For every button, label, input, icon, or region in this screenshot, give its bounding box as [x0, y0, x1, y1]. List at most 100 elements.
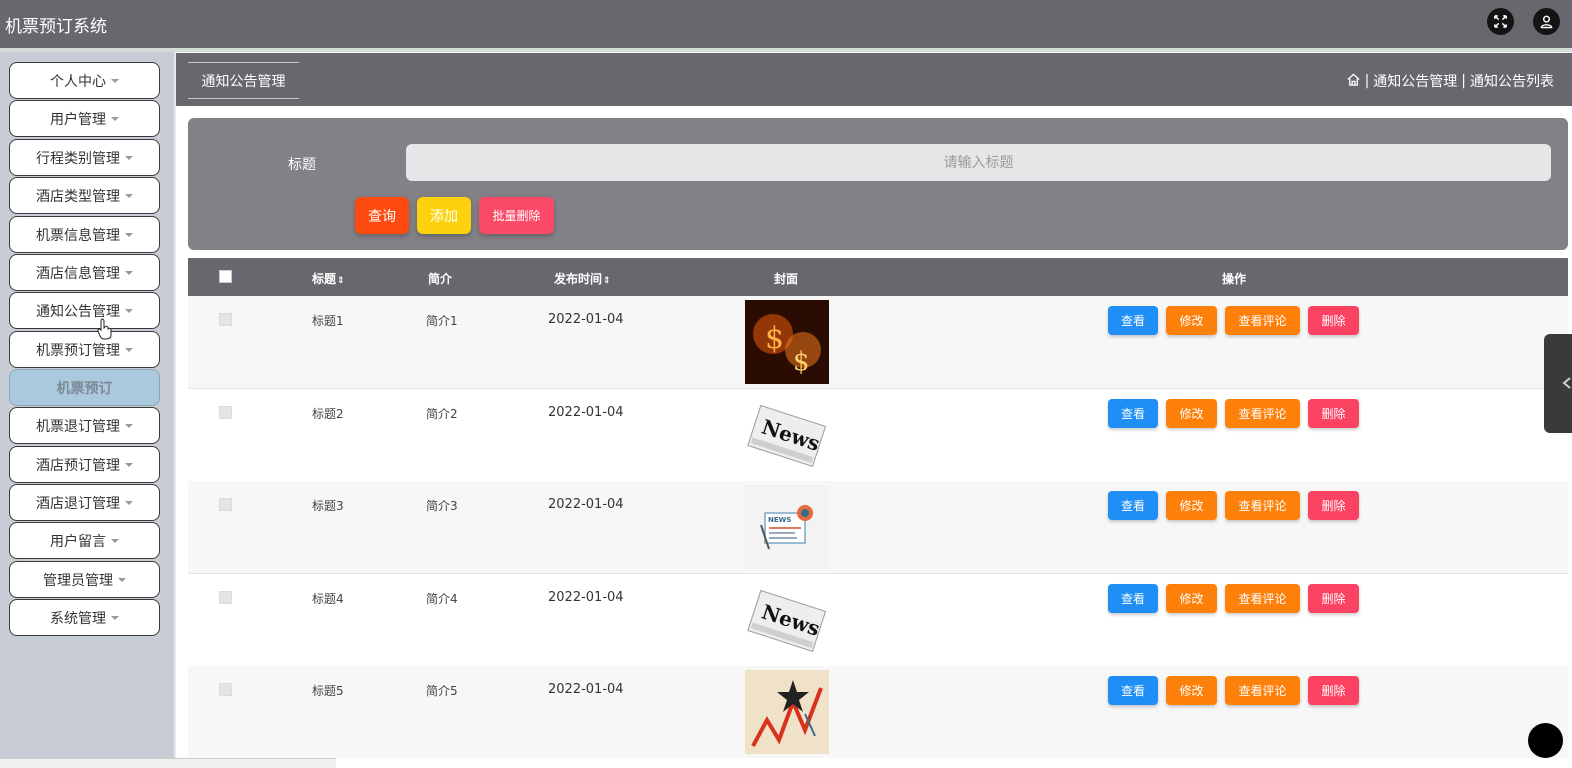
sidebar-item-ticket-booking-mgmt[interactable]: 机票预订管理 — [9, 331, 160, 368]
breadcrumb-section[interactable]: 通知公告管理 — [1373, 71, 1457, 91]
sort-icon: ⇕ — [603, 276, 611, 286]
sidebar-item-label: 系统管理 — [50, 610, 106, 627]
sort-icon: ⇕ — [337, 276, 345, 286]
delete-button[interactable]: 删除 — [1308, 399, 1359, 428]
fullscreen-icon[interactable] — [1487, 8, 1514, 35]
sidebar-item-admins[interactable]: 管理员管理 — [9, 561, 160, 598]
chevron-down-icon — [111, 117, 119, 121]
view-comments-button[interactable]: 查看评论 — [1225, 306, 1300, 335]
delete-button[interactable]: 删除 — [1308, 306, 1359, 335]
table-row: 标题1 简介1 2022-01-04 $ $ 查看 修改 查看评论 删除 — [188, 296, 1568, 389]
search-input[interactable] — [406, 144, 1551, 181]
cell-date: 2022-01-04 — [548, 312, 624, 327]
sidebar-item-hotel-info[interactable]: 酒店信息管理 — [9, 254, 160, 291]
view-comments-button[interactable]: 查看评论 — [1225, 584, 1300, 613]
view-button[interactable]: 查看 — [1108, 399, 1158, 428]
sidebar-item-personal-center[interactable]: 个人中心 — [9, 62, 160, 99]
edit-button[interactable]: 修改 — [1166, 306, 1217, 335]
row-checkbox[interactable] — [219, 591, 232, 604]
column-header-publish-time[interactable]: 发布时间⇕ — [554, 270, 611, 287]
delete-button[interactable]: 删除 — [1308, 676, 1359, 705]
column-header-actions: 操作 — [1222, 272, 1247, 286]
status-bar-url — [0, 758, 336, 768]
sidebar-item-label: 酒店信息管理 — [36, 265, 120, 282]
cell-date: 2022-01-04 — [548, 682, 624, 697]
edit-button[interactable]: 修改 — [1166, 584, 1217, 613]
chevron-down-icon — [125, 501, 133, 505]
cell-summary: 简介1 — [426, 314, 458, 328]
sidebar-item-hotel-type[interactable]: 酒店类型管理 — [9, 177, 160, 214]
chevron-left-icon — [1562, 377, 1571, 389]
search-label: 标题 — [288, 157, 316, 173]
edit-button[interactable]: 修改 — [1166, 491, 1217, 520]
sidebar-item-hotel-booking[interactable]: 酒店预订管理 — [9, 446, 160, 483]
cover-image[interactable]: News — [745, 393, 829, 477]
sidebar-item-ticket-booking[interactable]: 机票预订 — [9, 369, 160, 406]
cover-text: $ — [765, 321, 784, 356]
edit-button[interactable]: 修改 — [1166, 399, 1217, 428]
delete-button[interactable]: 删除 — [1308, 584, 1359, 613]
cell-title: 标题5 — [312, 684, 344, 698]
top-bar: 机票预订系统 — [0, 0, 1572, 48]
user-icon[interactable] — [1533, 8, 1560, 35]
sidebar-item-trip-category[interactable]: 行程类别管理 — [9, 139, 160, 176]
sidebar-item-hotel-refund[interactable]: 酒店退订管理 — [9, 484, 160, 521]
edit-button[interactable]: 修改 — [1166, 676, 1217, 705]
select-all-checkbox[interactable] — [219, 270, 232, 283]
row-checkbox[interactable] — [219, 406, 232, 419]
breadcrumb-current: 通知公告列表 — [1470, 74, 1554, 90]
cover-image[interactable]: NEWS — [745, 485, 829, 569]
home-icon[interactable] — [1346, 72, 1361, 91]
view-button[interactable]: 查看 — [1108, 491, 1158, 520]
view-button[interactable]: 查看 — [1108, 584, 1158, 613]
cell-title: 标题3 — [312, 499, 344, 513]
sidebar-item-label: 用户留言 — [50, 533, 106, 550]
sidebar-item-messages[interactable]: 用户留言 — [9, 522, 160, 559]
column-header-title[interactable]: 标题⇕ — [312, 270, 345, 287]
cell-summary: 简介5 — [426, 684, 458, 698]
row-checkbox[interactable] — [219, 683, 232, 696]
sidebar-item-label: 用户管理 — [50, 111, 106, 128]
view-button[interactable]: 查看 — [1108, 676, 1158, 705]
sidebar-item-label: 机票预订管理 — [36, 342, 120, 359]
row-checkbox[interactable] — [219, 313, 232, 326]
chevron-down-icon — [125, 424, 133, 428]
add-button[interactable]: 添加 — [417, 197, 471, 234]
tab-notices[interactable]: 通知公告管理 — [188, 62, 299, 99]
cell-title: 标题4 — [312, 592, 344, 606]
sidebar-item-ticket-refund[interactable]: 机票退订管理 — [9, 407, 160, 444]
cell-date: 2022-01-04 — [548, 590, 624, 605]
table-row: 标题5 简介5 2022-01-04 查看 修改 查看评论 删除 — [188, 666, 1568, 758]
query-button[interactable]: 查询 — [355, 197, 409, 234]
column-header-summary: 简介 — [428, 272, 453, 286]
delete-button[interactable]: 删除 — [1308, 491, 1359, 520]
sidebar-item-label: 管理员管理 — [43, 572, 113, 589]
sidebar-item-ticket-info[interactable]: 机票信息管理 — [9, 216, 160, 253]
chevron-down-icon — [125, 309, 133, 313]
chevron-down-icon — [125, 156, 133, 160]
row-checkbox[interactable] — [219, 498, 232, 511]
batch-delete-button[interactable]: 批量删除 — [479, 197, 554, 234]
view-comments-button[interactable]: 查看评论 — [1225, 399, 1300, 428]
sidebar-item-label: 机票信息管理 — [36, 227, 120, 244]
view-comments-button[interactable]: 查看评论 — [1225, 676, 1300, 705]
sidebar-item-system[interactable]: 系统管理 — [9, 599, 160, 636]
breadcrumb-separator: | — [1364, 73, 1370, 89]
cover-image[interactable]: $ $ — [745, 300, 829, 384]
table-row: 标题3 简介3 2022-01-04 NEWS 查看 修改 查看评论 删除 — [188, 481, 1568, 574]
cover-image[interactable]: News — [745, 578, 829, 662]
chevron-down-icon — [111, 79, 119, 83]
cover-image[interactable] — [745, 670, 829, 754]
column-header-cover: 封面 — [774, 272, 799, 286]
cell-summary: 简介4 — [426, 592, 458, 606]
chat-bubble-icon[interactable] — [1528, 723, 1563, 758]
view-button[interactable]: 查看 — [1108, 306, 1158, 335]
side-drawer-handle[interactable] — [1544, 334, 1572, 433]
cover-text: NEWS — [768, 516, 791, 524]
chevron-down-icon — [111, 616, 119, 620]
table-row: 标题2 简介2 2022-01-04 News 查看 修改 查看评论 删除 — [188, 389, 1568, 482]
view-comments-button[interactable]: 查看评论 — [1225, 491, 1300, 520]
sidebar-item-notices[interactable]: 通知公告管理 — [9, 292, 160, 329]
sidebar-item-users[interactable]: 用户管理 — [9, 100, 160, 137]
sidebar-item-label: 机票退订管理 — [36, 418, 120, 435]
